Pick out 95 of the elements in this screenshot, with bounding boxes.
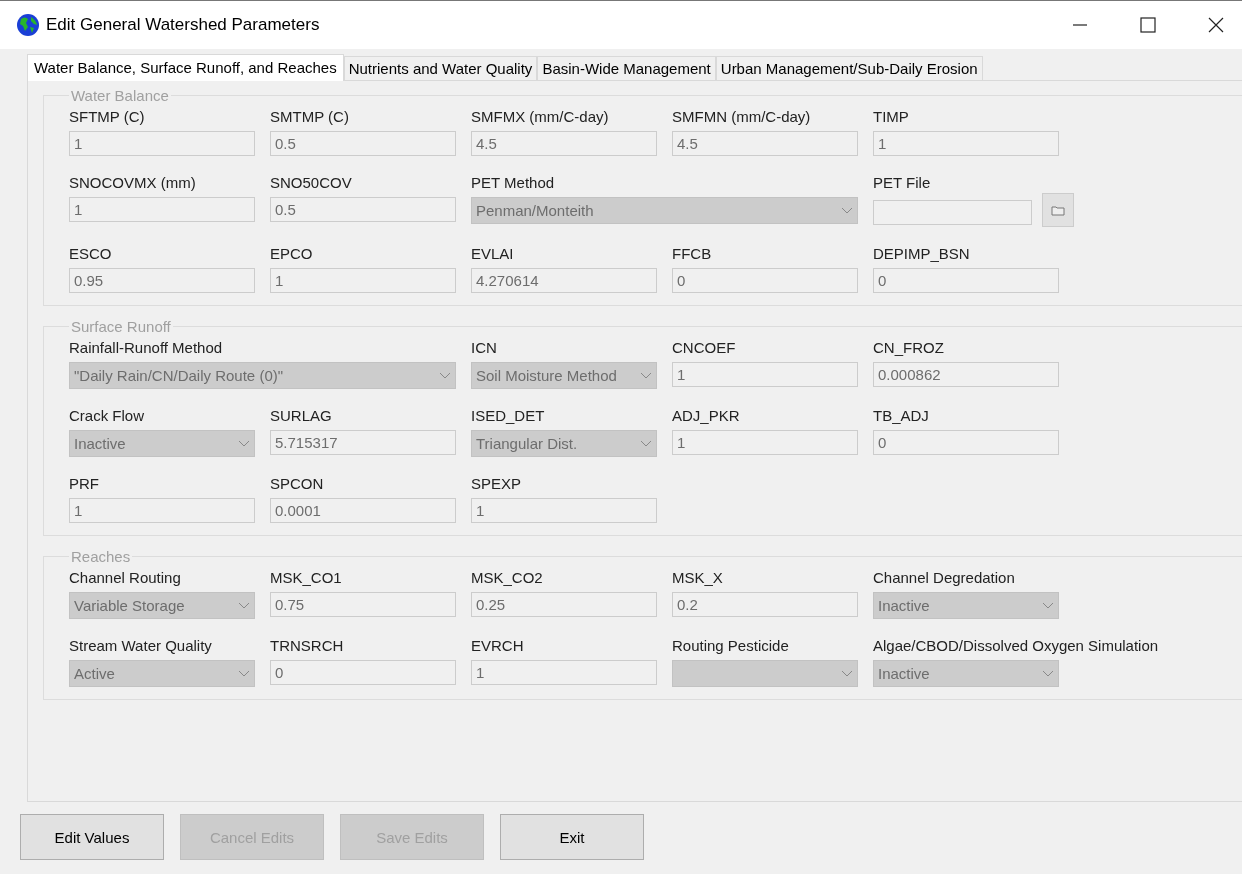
field-label: SMFMX (mm/C-day) <box>471 108 609 125</box>
field-label: ISED_DET <box>471 407 545 424</box>
text-field[interactable]: 4.270614 <box>471 268 657 293</box>
text-field[interactable]: 1 <box>471 660 657 685</box>
field-label: SMFMN (mm/C-day) <box>672 108 811 125</box>
text-field[interactable]: 0 <box>873 268 1059 293</box>
group-title: Water Balance <box>70 87 170 104</box>
field-label: Crack Flow <box>69 407 144 424</box>
text-field[interactable]: 1 <box>471 498 657 523</box>
field-label: Algae/CBOD/Dissolved Oxygen Simulation <box>873 637 1159 654</box>
text-field[interactable]: 1 <box>69 131 255 156</box>
window-title: Edit General Watershed Parameters <box>46 15 320 35</box>
field-label: SNO50COV <box>270 174 352 191</box>
field-label: ESCO <box>69 245 112 262</box>
text-field[interactable]: 5.715317 <box>270 430 456 455</box>
dropdown[interactable]: Inactive <box>873 592 1059 619</box>
text-field[interactable]: 1 <box>672 430 858 455</box>
dropdown[interactable]: Soil Moisture Method <box>471 362 657 389</box>
file-field[interactable] <box>873 199 1032 225</box>
dropdown[interactable]: Triangular Dist. <box>471 430 657 457</box>
field-label: DEPIMP_BSN <box>873 245 970 262</box>
text-field[interactable]: 0.000862 <box>873 362 1059 387</box>
field-label: TIMP <box>873 108 909 125</box>
field-label: PRF <box>69 475 99 492</box>
text-field[interactable]: 0.0001 <box>270 498 456 523</box>
text-field[interactable]: 0.75 <box>270 592 456 617</box>
text-field[interactable]: 0.5 <box>270 197 456 222</box>
field-label: MSK_CO1 <box>270 569 342 586</box>
tab[interactable]: Urban Management/Sub-Daily Erosion <box>715 56 983 80</box>
field-label: CN_FROZ <box>873 339 944 356</box>
tab[interactable]: Nutrients and Water Quality <box>343 56 538 80</box>
text-field[interactable]: 0.95 <box>69 268 255 293</box>
field-label: SPEXP <box>471 475 522 492</box>
field-label: EVLAI <box>471 245 514 262</box>
caret-icon <box>238 669 250 678</box>
text-field[interactable]: 0 <box>270 660 456 685</box>
field-label: SNOCOVMX (mm) <box>69 174 196 191</box>
field-label: SPCON <box>270 475 324 492</box>
field-label: Channel Degredation <box>873 569 1015 586</box>
field-label: MSK_CO2 <box>471 569 543 586</box>
text-field[interactable]: 0 <box>672 268 858 293</box>
action-button[interactable]: Exit <box>500 814 644 860</box>
maximize-icon[interactable] <box>1140 17 1156 33</box>
text-field[interactable]: 0 <box>873 430 1059 455</box>
field-label: SURLAG <box>270 407 332 424</box>
text-field[interactable]: 1 <box>270 268 456 293</box>
caret-icon <box>640 439 652 448</box>
caret-icon <box>1042 601 1054 610</box>
dropdown[interactable]: Active <box>69 660 255 687</box>
field-label: ADJ_PKR <box>672 407 740 424</box>
field-label: CNCOEF <box>672 339 736 356</box>
text-field[interactable]: 1 <box>672 362 858 387</box>
field-label: PET Method <box>471 174 555 191</box>
field-label: EPCO <box>270 245 313 262</box>
dropdown[interactable]: "Daily Rain/CN/Daily Route (0)" <box>69 362 456 389</box>
field-label: MSK_X <box>672 569 723 586</box>
tab[interactable]: Basin-Wide Management <box>537 56 716 80</box>
close-icon[interactable] <box>1208 17 1224 33</box>
dropdown[interactable]: Variable Storage <box>69 592 255 619</box>
field-label: Routing Pesticide <box>672 637 789 654</box>
field-label: ICN <box>471 339 497 356</box>
text-field[interactable]: 0.2 <box>672 592 858 617</box>
group-title: Surface Runoff <box>70 318 172 335</box>
field-label: Rainfall-Runoff Method <box>69 339 223 356</box>
caret-icon <box>841 206 853 215</box>
caret-icon <box>238 601 250 610</box>
field-label: TRNSRCH <box>270 637 344 654</box>
text-field[interactable]: 1 <box>69 197 255 222</box>
tab[interactable]: Water Balance, Surface Runoff, and Reaches <box>27 54 344 81</box>
field-label: Channel Routing <box>69 569 181 586</box>
text-field[interactable]: 4.5 <box>672 131 858 156</box>
field-label: PET File <box>873 174 931 191</box>
group-title: Reaches <box>70 548 132 565</box>
dropdown[interactable]: Inactive <box>69 430 255 457</box>
field-label: SMTMP (C) <box>270 108 349 125</box>
field-label: SFTMP (C) <box>69 108 145 125</box>
caret-icon <box>439 371 451 380</box>
field-label: Stream Water Quality <box>69 637 212 654</box>
dropdown[interactable]: Penman/Monteith <box>471 197 858 224</box>
field-label: EVRCH <box>471 637 524 654</box>
globe-icon <box>16 13 40 37</box>
caret-icon <box>1042 669 1054 678</box>
action-button[interactable]: Edit Values <box>20 814 164 860</box>
text-field[interactable]: 0.5 <box>270 131 456 156</box>
field-label: TB_ADJ <box>873 407 929 424</box>
field-label: FFCB <box>672 245 712 262</box>
text-field[interactable]: 4.5 <box>471 131 657 156</box>
text-field[interactable]: 0.25 <box>471 592 657 617</box>
text-field[interactable]: 1 <box>69 498 255 523</box>
caret-icon <box>841 669 853 678</box>
dropdown[interactable]: Inactive <box>873 660 1059 687</box>
caret-icon <box>238 439 250 448</box>
text-field[interactable]: 1 <box>873 131 1059 156</box>
folder-icon <box>1050 204 1065 216</box>
caret-icon <box>640 371 652 380</box>
